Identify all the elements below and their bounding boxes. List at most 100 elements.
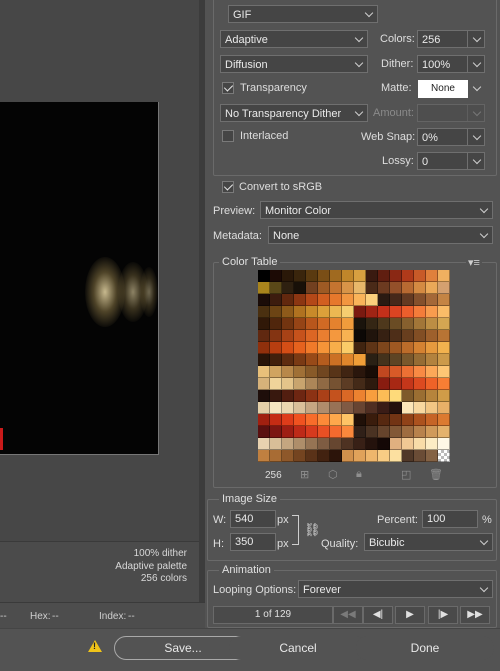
color-swatch[interactable]: [294, 306, 306, 318]
color-swatch[interactable]: [402, 414, 414, 426]
dropdown-button[interactable]: [467, 153, 484, 169]
color-swatch[interactable]: [270, 342, 282, 354]
color-swatch[interactable]: [294, 342, 306, 354]
color-swatch[interactable]: [294, 366, 306, 378]
color-swatch[interactable]: [342, 354, 354, 366]
transparency-dither-select[interactable]: No Transparency Dither: [220, 104, 368, 122]
color-swatch[interactable]: [318, 414, 330, 426]
color-swatch[interactable]: [426, 330, 438, 342]
color-swatch[interactable]: [282, 402, 294, 414]
color-swatch[interactable]: [342, 330, 354, 342]
panel-menu-icon[interactable]: ▾≡: [466, 256, 482, 269]
color-swatch[interactable]: [366, 426, 378, 438]
color-swatch[interactable]: [354, 318, 366, 330]
color-swatch[interactable]: [402, 318, 414, 330]
websnap-select[interactable]: 0%: [417, 128, 485, 146]
color-swatch[interactable]: [426, 270, 438, 282]
color-swatch[interactable]: [342, 426, 354, 438]
dropdown-button[interactable]: [467, 56, 484, 72]
color-swatch[interactable]: [390, 390, 402, 402]
color-swatch[interactable]: [402, 282, 414, 294]
color-swatch[interactable]: [258, 282, 270, 294]
color-swatch[interactable]: [306, 330, 318, 342]
first-frame-button[interactable]: ◀◀: [333, 606, 363, 624]
color-swatch[interactable]: [390, 426, 402, 438]
color-swatch[interactable]: [366, 450, 378, 462]
color-swatch[interactable]: [402, 306, 414, 318]
color-swatch[interactable]: [342, 282, 354, 294]
color-swatch[interactable]: [342, 318, 354, 330]
color-swatch[interactable]: [258, 330, 270, 342]
color-swatch[interactable]: [354, 282, 366, 294]
new-color-icon[interactable]: ◰: [401, 468, 411, 481]
color-swatch[interactable]: [390, 282, 402, 294]
color-swatch[interactable]: [354, 378, 366, 390]
color-swatch[interactable]: [426, 318, 438, 330]
color-swatch[interactable]: [258, 390, 270, 402]
color-swatch[interactable]: [438, 390, 450, 402]
color-swatch[interactable]: [282, 378, 294, 390]
color-swatch[interactable]: [426, 306, 438, 318]
color-swatch[interactable]: [294, 450, 306, 462]
color-swatch[interactable]: [378, 366, 390, 378]
color-swatch[interactable]: [294, 438, 306, 450]
color-swatch[interactable]: [294, 354, 306, 366]
colors-select[interactable]: 256: [417, 30, 485, 48]
color-swatch[interactable]: [330, 438, 342, 450]
next-frame-button[interactable]: |▶: [428, 606, 458, 624]
color-swatch[interactable]: [426, 426, 438, 438]
color-swatch[interactable]: [378, 450, 390, 462]
color-swatch[interactable]: [378, 294, 390, 306]
dither-select[interactable]: 100%: [417, 55, 485, 73]
color-swatch[interactable]: [438, 378, 450, 390]
trash-icon[interactable]: 🗑︎: [429, 468, 443, 481]
color-swatch[interactable]: [294, 378, 306, 390]
color-swatch[interactable]: [306, 390, 318, 402]
color-swatch[interactable]: [378, 306, 390, 318]
color-swatch[interactable]: [402, 366, 414, 378]
dropdown-button[interactable]: [467, 31, 484, 47]
color-swatch[interactable]: [258, 450, 270, 462]
color-swatch[interactable]: [414, 354, 426, 366]
color-swatch[interactable]: [282, 426, 294, 438]
color-swatch[interactable]: [354, 294, 366, 306]
last-frame-button[interactable]: ▶▶: [460, 606, 490, 624]
color-swatch[interactable]: [390, 450, 402, 462]
amount-select[interactable]: [417, 104, 485, 122]
color-swatch[interactable]: [294, 294, 306, 306]
color-swatch[interactable]: [306, 414, 318, 426]
color-swatch[interactable]: [270, 438, 282, 450]
color-swatch[interactable]: [438, 414, 450, 426]
lock-icon[interactable]: 🔒︎: [356, 468, 362, 481]
color-swatch[interactable]: [306, 354, 318, 366]
color-swatch[interactable]: [306, 438, 318, 450]
looping-select[interactable]: Forever: [298, 580, 493, 598]
color-swatch[interactable]: [366, 402, 378, 414]
matte-dropdown[interactable]: [468, 80, 485, 98]
width-input[interactable]: 540: [230, 510, 276, 528]
color-swatch[interactable]: [414, 402, 426, 414]
color-swatch[interactable]: [318, 318, 330, 330]
color-swatch[interactable]: [354, 306, 366, 318]
color-swatch[interactable]: [354, 438, 366, 450]
cube-icon[interactable]: ⬡: [328, 468, 338, 481]
color-swatch[interactable]: [426, 414, 438, 426]
color-reduction-select[interactable]: Adaptive: [220, 30, 368, 48]
color-swatch[interactable]: [318, 378, 330, 390]
color-swatch[interactable]: [426, 366, 438, 378]
color-swatch[interactable]: [318, 270, 330, 282]
color-swatch[interactable]: [318, 354, 330, 366]
color-swatch[interactable]: [270, 294, 282, 306]
color-swatch[interactable]: [282, 270, 294, 282]
previous-frame-button[interactable]: ◀|: [363, 606, 393, 624]
color-swatch[interactable]: [438, 282, 450, 294]
color-swatch[interactable]: [282, 438, 294, 450]
color-swatch[interactable]: [402, 426, 414, 438]
preview-select[interactable]: Monitor Color: [260, 201, 493, 219]
color-swatch[interactable]: [366, 330, 378, 342]
color-swatch[interactable]: [306, 342, 318, 354]
matte-swatch[interactable]: None: [418, 80, 468, 98]
color-swatch[interactable]: [318, 282, 330, 294]
color-swatch[interactable]: [258, 342, 270, 354]
color-swatch[interactable]: [282, 366, 294, 378]
